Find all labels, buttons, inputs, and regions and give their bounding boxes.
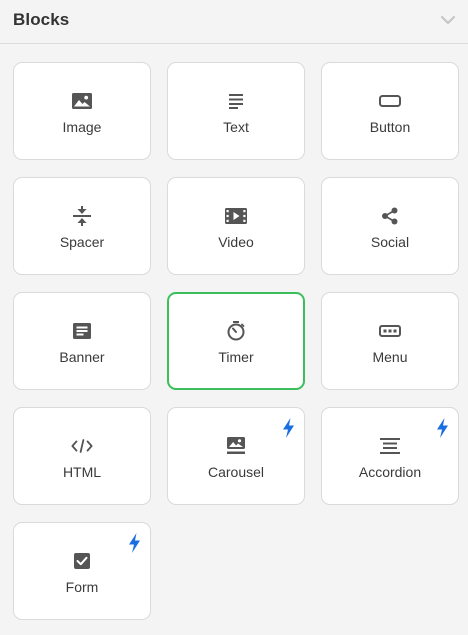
text-icon bbox=[225, 91, 247, 111]
block-label: HTML bbox=[62, 464, 102, 480]
block-label: Spacer bbox=[59, 234, 105, 250]
checkbox-icon bbox=[71, 551, 93, 571]
block-label: Text bbox=[223, 119, 249, 135]
accordion-icon bbox=[379, 436, 401, 456]
spacer-icon bbox=[71, 206, 93, 226]
chevron-down-icon[interactable] bbox=[440, 14, 456, 26]
block-label: Banner bbox=[59, 349, 105, 365]
block-tile-text[interactable]: Text bbox=[167, 62, 305, 160]
image-icon bbox=[71, 91, 93, 111]
panel-title: Blocks bbox=[13, 10, 70, 29]
block-label: Menu bbox=[372, 349, 408, 365]
block-label: Accordion bbox=[358, 464, 422, 480]
block-tile-button[interactable]: Button bbox=[321, 62, 459, 160]
button-icon bbox=[379, 91, 401, 111]
block-tile-html[interactable]: HTML bbox=[13, 407, 151, 505]
lightning-bolt-icon bbox=[129, 533, 140, 553]
block-label: Image bbox=[62, 119, 102, 135]
block-label: Timer bbox=[218, 349, 254, 365]
block-label: Button bbox=[369, 119, 411, 135]
block-tile-menu[interactable]: Menu bbox=[321, 292, 459, 390]
block-tile-spacer[interactable]: Spacer bbox=[13, 177, 151, 275]
carousel-icon bbox=[225, 436, 247, 456]
block-tile-form[interactable]: Form bbox=[13, 522, 151, 620]
block-tile-carousel[interactable]: Carousel bbox=[167, 407, 305, 505]
block-tile-image[interactable]: Image bbox=[13, 62, 151, 160]
code-icon bbox=[71, 436, 93, 456]
lightning-bolt-icon bbox=[437, 418, 448, 438]
block-label: Social bbox=[370, 234, 410, 250]
banner-icon bbox=[71, 321, 93, 341]
timer-icon bbox=[225, 321, 247, 341]
block-tile-video[interactable]: Video bbox=[167, 177, 305, 275]
menu-icon bbox=[379, 321, 401, 341]
video-icon bbox=[225, 206, 247, 226]
share-icon bbox=[379, 206, 401, 226]
block-label: Carousel bbox=[207, 464, 265, 480]
blocks-panel-header[interactable]: Blocks bbox=[0, 0, 468, 44]
block-tile-banner[interactable]: Banner bbox=[13, 292, 151, 390]
block-tile-social[interactable]: Social bbox=[321, 177, 459, 275]
lightning-bolt-icon bbox=[283, 418, 294, 438]
blocks-grid: Image Text Button Spacer Video Social Ba… bbox=[13, 62, 459, 620]
block-label: Form bbox=[65, 579, 99, 595]
block-tile-timer[interactable]: Timer bbox=[167, 292, 305, 390]
block-tile-accordion[interactable]: Accordion bbox=[321, 407, 459, 505]
block-label: Video bbox=[218, 234, 254, 250]
